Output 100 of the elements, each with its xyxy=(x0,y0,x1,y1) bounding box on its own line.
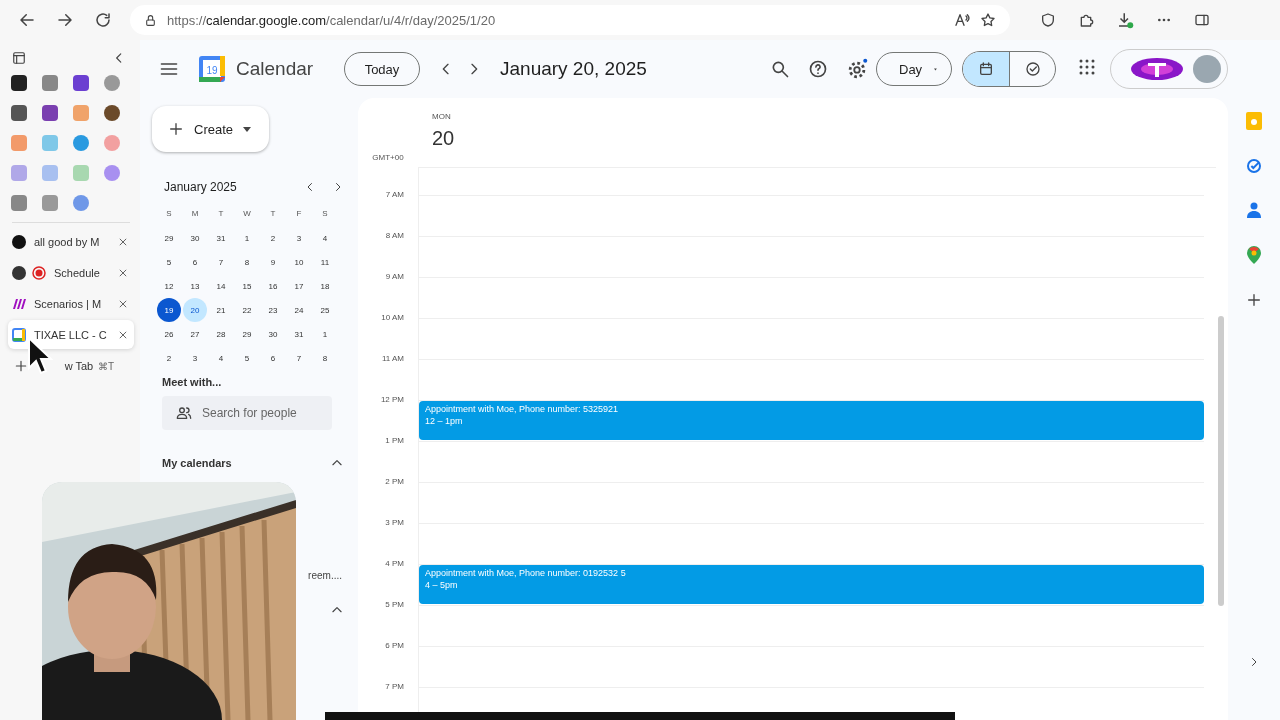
date-cell[interactable]: 25 xyxy=(313,298,337,322)
apps-icon[interactable] xyxy=(1078,58,1096,76)
sidebar-icon[interactable] xyxy=(1194,12,1210,28)
shield-icon[interactable] xyxy=(1040,12,1056,28)
date-cell[interactable]: 4 xyxy=(209,346,233,370)
date-cell[interactable]: 23 xyxy=(261,298,285,322)
event-time: 12 – 1pm xyxy=(425,416,464,426)
date-cell[interactable]: 24 xyxy=(287,298,311,322)
weekday-label: T xyxy=(269,208,277,220)
date-cell[interactable]: 29 xyxy=(235,322,259,346)
download-icon[interactable] xyxy=(1116,11,1134,29)
date-cell[interactable]: 5 xyxy=(157,250,181,274)
date-cell[interactable]: 28 xyxy=(209,322,233,346)
date-cell[interactable]: 16 xyxy=(261,274,285,298)
date-cell[interactable]: 2 xyxy=(261,226,285,250)
date-cell[interactable]: 31 xyxy=(287,322,311,346)
date-cell[interactable]: 12 xyxy=(157,274,181,298)
date-cell[interactable]: 2 xyxy=(157,346,181,370)
tab-icons xyxy=(12,265,46,280)
close-icon[interactable] xyxy=(118,236,128,247)
hour-label: 7 AM xyxy=(384,190,405,201)
browser-tab[interactable]: TIXAE LLC - C xyxy=(8,320,134,349)
people-icon xyxy=(176,405,192,421)
star-icon[interactable] xyxy=(980,12,996,28)
calendar-icon xyxy=(12,327,26,342)
date-cell[interactable]: 17 xyxy=(287,274,311,298)
date-cell[interactable]: 1 xyxy=(235,226,259,250)
date-cell[interactable]: 10 xyxy=(287,250,311,274)
calendar-view-toggle[interactable] xyxy=(963,52,1009,86)
close-icon[interactable] xyxy=(118,329,128,340)
app-icon[interactable] xyxy=(104,105,120,121)
hour-label: 10 AM xyxy=(380,313,405,324)
forward-icon[interactable] xyxy=(56,11,74,29)
date-cell[interactable]: 3 xyxy=(287,226,311,250)
date-cell[interactable]: 20 xyxy=(183,298,207,322)
app-icon[interactable] xyxy=(73,75,89,91)
timezone-label: GMT+00 xyxy=(371,153,405,164)
close-icon[interactable] xyxy=(118,298,128,309)
plus-icon[interactable] xyxy=(14,359,28,373)
contacts-icon[interactable] xyxy=(1247,202,1261,218)
app-icon[interactable] xyxy=(42,105,58,121)
panel-icon[interactable] xyxy=(12,51,26,65)
address-bar[interactable]: https://calendar.google.com/calendar/u/4/r/day/2025/1/20 xyxy=(130,5,1010,35)
date-cell[interactable]: 26 xyxy=(157,322,181,346)
date-cell[interactable]: 11 xyxy=(313,250,337,274)
event-title: Appointment with Moe, Phone number: 0192532 5 xyxy=(425,568,627,578)
date-cell[interactable]: 7 xyxy=(287,346,311,370)
date-cell[interactable]: 6 xyxy=(183,250,207,274)
date-cell[interactable]: 1 xyxy=(313,322,337,346)
map-pin-icon[interactable] xyxy=(1247,246,1261,264)
people-search-field[interactable]: Search for people xyxy=(162,396,332,430)
date-cell[interactable]: 7 xyxy=(209,250,233,274)
scrollbar[interactable] xyxy=(1218,316,1224,606)
date-cell[interactable]: 19 xyxy=(157,298,181,322)
back-icon[interactable] xyxy=(18,11,36,29)
date-cell[interactable]: 3 xyxy=(183,346,207,370)
date-cell[interactable]: 27 xyxy=(183,322,207,346)
day-number[interactable]: 20 xyxy=(432,127,1216,150)
date-cell[interactable]: 22 xyxy=(235,298,259,322)
date-cell[interactable]: 29 xyxy=(157,226,181,250)
new-tab-link[interactable]: w Tab xyxy=(64,360,94,372)
date-cell[interactable]: 30 xyxy=(183,226,207,250)
weekday-label: M xyxy=(190,208,200,220)
close-icon[interactable] xyxy=(118,267,128,278)
date-cell[interactable]: 31 xyxy=(209,226,233,250)
app-icon[interactable] xyxy=(11,75,27,91)
plus-icon[interactable] xyxy=(1246,292,1262,308)
date-cell[interactable]: 5 xyxy=(235,346,259,370)
date-cell[interactable]: 30 xyxy=(261,322,285,346)
date-cell[interactable]: 15 xyxy=(235,274,259,298)
puzzle-icon[interactable] xyxy=(1078,12,1094,28)
weekday-label: MON xyxy=(432,112,452,121)
help-icon[interactable] xyxy=(808,59,828,79)
section-title: My calendars xyxy=(162,457,232,469)
date-cell[interactable]: 13 xyxy=(183,274,207,298)
date-cell[interactable]: 21 xyxy=(209,298,233,322)
date-cell[interactable]: 8 xyxy=(313,346,337,370)
date-cell[interactable]: 18 xyxy=(313,274,337,298)
hour-label: 4 PM xyxy=(384,559,405,570)
settings-icon[interactable] xyxy=(846,58,868,80)
browser-tab[interactable]: all good by M xyxy=(8,227,134,256)
date-cell[interactable]: 6 xyxy=(261,346,285,370)
read-aloud-icon[interactable] xyxy=(954,12,970,28)
hour-label: 2 PM xyxy=(384,477,405,488)
tasks-icon[interactable] xyxy=(1246,158,1262,174)
reload-icon[interactable] xyxy=(94,11,112,29)
app-title: Calendar xyxy=(236,58,315,80)
browser-tab[interactable]: Schedule xyxy=(8,258,134,287)
date-cell[interactable]: 8 xyxy=(235,250,259,274)
app-icon[interactable] xyxy=(11,105,27,121)
date-cell[interactable]: 14 xyxy=(209,274,233,298)
shortcut-label: ⌘T xyxy=(97,360,114,372)
section-title: Meet with... xyxy=(162,376,223,388)
date-cell[interactable]: 4 xyxy=(313,226,337,250)
logo-icon xyxy=(1131,58,1183,80)
calendar-name[interactable]: reem.... xyxy=(308,570,342,581)
date-cell[interactable]: 9 xyxy=(261,250,285,274)
search-icon[interactable] xyxy=(770,59,790,79)
browser-tab[interactable]: Scenarios | M xyxy=(8,289,134,318)
create-button[interactable]: Create xyxy=(152,106,270,152)
